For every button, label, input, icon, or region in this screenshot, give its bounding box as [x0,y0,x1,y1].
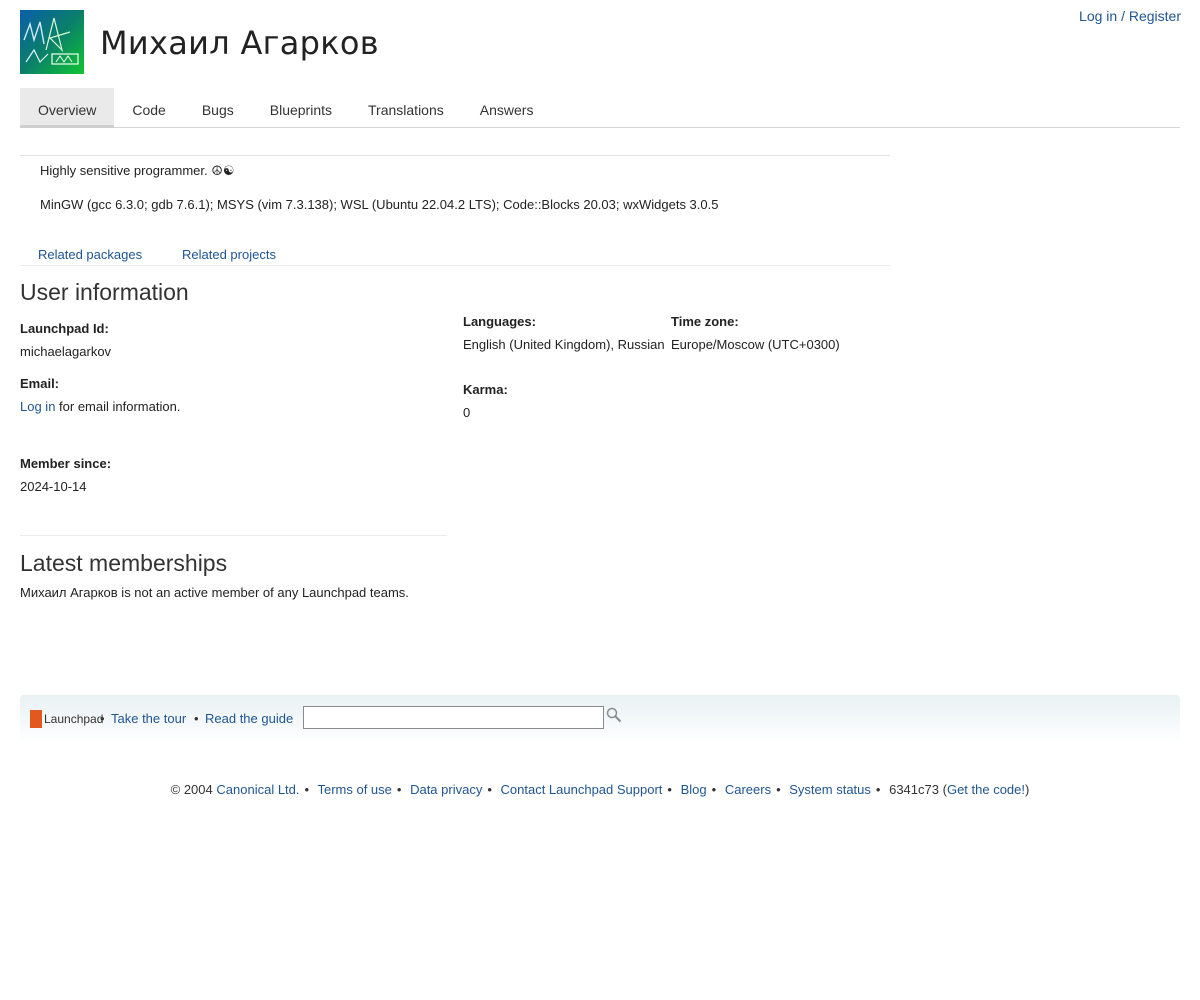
description-line-1: Highly sensitive programmer. ☮☯ [40,163,235,178]
email-label: Email: [20,376,60,391]
languages-value: English (United Kingdom), Russian [463,337,665,352]
timezone-label: Time zone: [671,314,739,329]
email-value: Log in for email information. [20,399,180,414]
careers-link[interactable]: Careers [725,782,771,797]
get-the-code-link[interactable]: Get the code! [947,782,1025,797]
karma-label: Karma: [463,382,508,397]
tab-bugs[interactable]: Bugs [184,88,252,128]
launchpad-id-value: michaelagarkov [20,344,112,359]
karma-value-link[interactable]: 0 [463,405,470,420]
memberships-text: Михаил Агарков is not an active member o… [20,585,409,600]
paren-close: ) [1025,782,1030,797]
related-projects-link[interactable]: Related projects [182,247,276,262]
data-privacy-link[interactable]: Data privacy [410,782,482,797]
nav-tabs: Overview Code Bugs Blueprints Translatio… [20,88,1180,128]
description-divider [20,155,890,156]
copyright-text: © 2004 [170,782,213,797]
search-input[interactable] [303,706,604,729]
read-the-guide-link[interactable]: Read the guide [205,711,293,726]
launchpad-id-label: Launchpad Id: [20,321,109,336]
footer-band-bullet: • [100,711,105,726]
languages-label: Languages: [463,314,536,329]
user-information-heading: User information [20,279,189,305]
search-icon[interactable] [606,707,622,723]
email-info-text: for email information. [55,399,181,414]
launchpad-logo-text: Launchpad [44,712,104,726]
tab-translations[interactable]: Translations [350,88,462,128]
tab-blueprints[interactable]: Blueprints [252,88,350,128]
terms-of-use-link[interactable]: Terms of use [317,782,391,797]
related-divider [20,265,890,266]
timezone-value: Europe/Moscow (UTC+0300) [671,337,840,352]
footer-band-bullet: • [194,711,199,726]
system-status-link[interactable]: System status [789,782,871,797]
take-the-tour-link[interactable]: Take the tour [111,711,186,726]
canonical-link[interactable]: Canonical Ltd. [216,782,299,797]
contact-support-link[interactable]: Contact Launchpad Support [501,782,663,797]
launchpad-logo-icon [30,710,42,728]
tab-answers[interactable]: Answers [462,88,552,128]
launchpad-logo[interactable]: Launchpad [30,710,103,728]
member-since-label: Member since: [20,456,112,471]
revision-text: 6341c73 [889,782,939,797]
page-title: Михаил Агарков [100,24,379,62]
related-packages-link[interactable]: Related packages [38,247,142,262]
memberships-divider [20,535,447,536]
login-register-link[interactable]: Log in / Register [1079,8,1181,24]
footer-links: © 2004 Canonical Ltd. • Terms of use • Dat… [170,782,1030,797]
description-line-2: MinGW (gcc 6.3.0; gdb 7.6.1); MSYS (vim … [40,197,719,212]
tab-code[interactable]: Code [114,88,183,128]
email-login-link[interactable]: Log in [20,399,55,414]
user-avatar [20,10,84,74]
tab-overview[interactable]: Overview [20,88,115,128]
footer-search-band: Launchpad • Take the tour • Read the gui… [20,695,1180,743]
latest-memberships-heading: Latest memberships [20,550,228,576]
blog-link[interactable]: Blog [681,782,707,797]
member-since-value: 2024-10-14 [20,479,87,494]
